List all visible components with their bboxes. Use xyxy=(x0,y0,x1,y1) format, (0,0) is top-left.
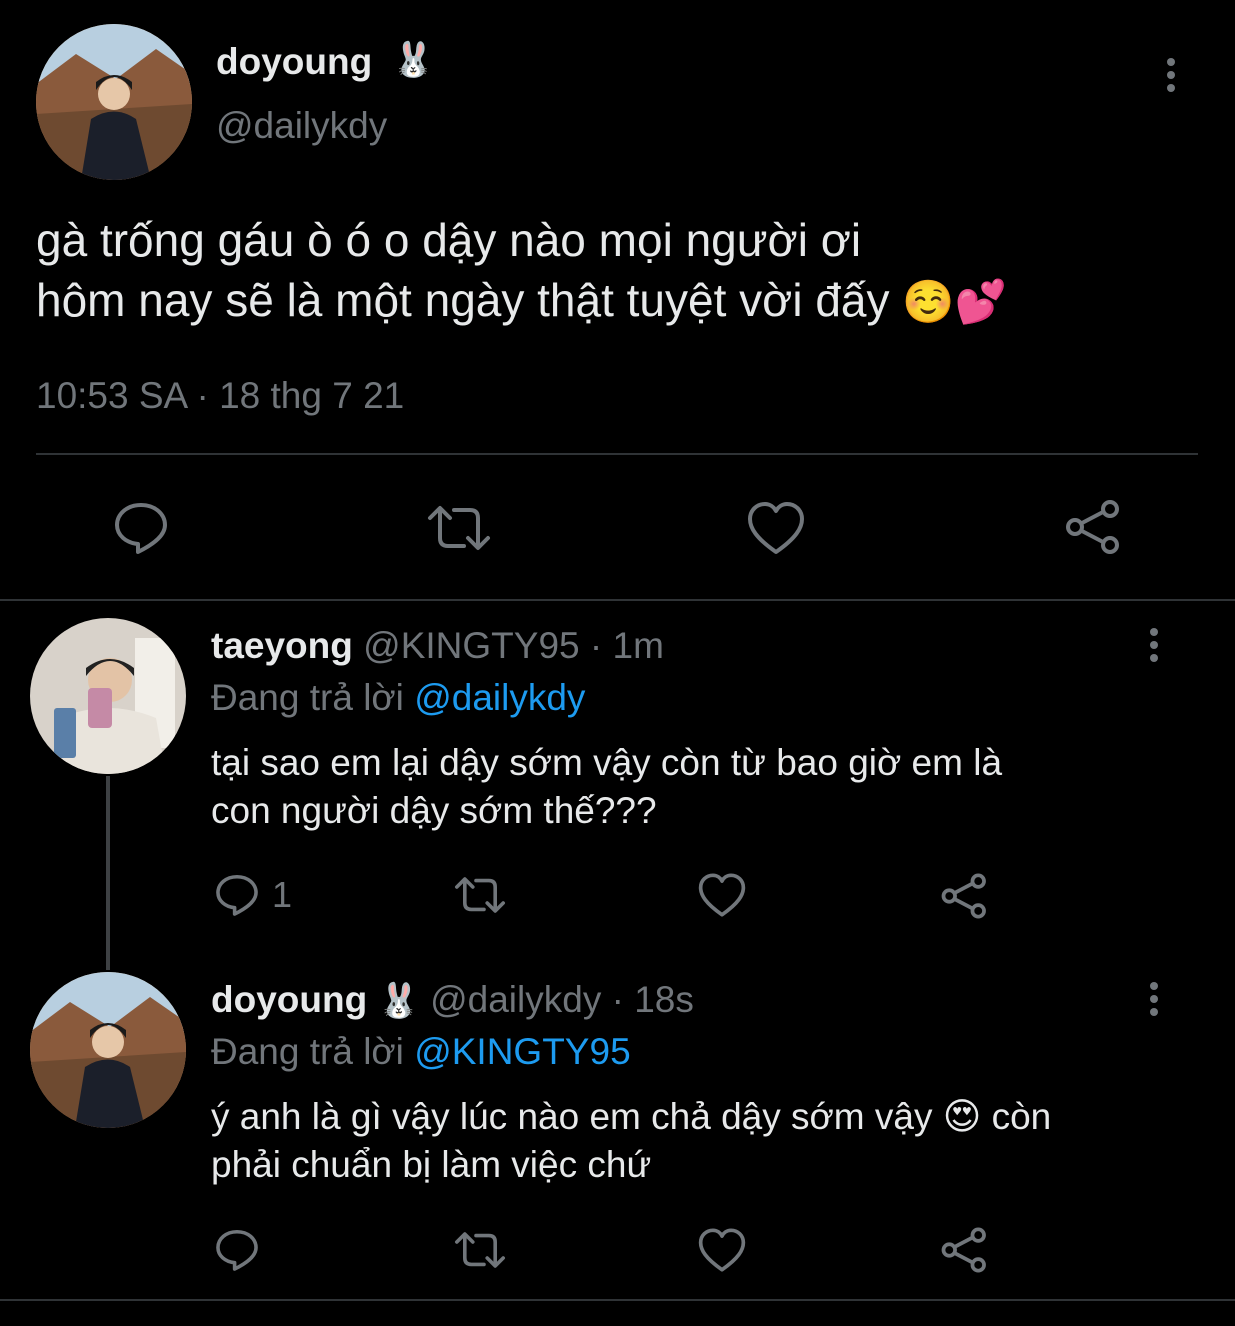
like-icon[interactable] xyxy=(697,872,747,918)
reply-text-line-2: phải chuẩn bị làm việc chứ xyxy=(211,1144,652,1185)
reply-text-line-1: tại sao em lại dậy sớm vậy còn từ bao gi… xyxy=(211,742,1003,783)
rabbit-emoji: 🐰 xyxy=(392,40,435,80)
reply-handle[interactable]: @KINGTY95 xyxy=(363,625,579,666)
display-name[interactable]: doyoung xyxy=(216,40,372,84)
handle[interactable]: @dailykdy xyxy=(216,104,387,148)
avatar-taeyong[interactable] xyxy=(30,618,186,774)
replying-to: Đang trả lời @dailykdy xyxy=(211,676,585,720)
more-options-icon[interactable] xyxy=(1143,626,1165,666)
reply-count: 1 xyxy=(272,874,293,915)
reply-text-line-1: ý anh là gì vậy lúc nào em chả dậy sớm v… xyxy=(211,1094,1051,1140)
reply-icon[interactable] xyxy=(214,872,260,918)
heart-eyes-emoji: 😍 xyxy=(942,1095,982,1138)
reply-age: · 18s xyxy=(611,979,694,1020)
more-options-icon[interactable] xyxy=(1160,56,1182,96)
replying-prefix: Đang trả lời xyxy=(211,677,404,718)
reply-header: taeyong @KINGTY95 · 1m xyxy=(211,624,664,668)
tweet-emojis: ☺️💕 xyxy=(902,277,1007,326)
avatar-doyoung[interactable] xyxy=(30,972,186,1128)
reply-handle[interactable]: @dailykdy xyxy=(430,979,601,1020)
replying-to-link[interactable]: @dailykdy xyxy=(414,677,585,718)
share-icon[interactable] xyxy=(1064,498,1124,556)
tweet-text-line-1: gà trống gáu ò ó o dậy nào mọi người ơi xyxy=(36,214,862,266)
replying-to: Đang trả lời @KINGTY95 xyxy=(211,1030,631,1074)
divider xyxy=(0,599,1235,601)
divider xyxy=(36,453,1198,455)
tweet-text-line-2: hôm nay sẽ là một ngày thật tuyệt vời đấ… xyxy=(36,272,1007,330)
like-icon[interactable] xyxy=(746,500,806,556)
timestamp[interactable]: 10:53 SA · 18 thg 7 21 xyxy=(36,374,404,418)
reply-header: doyoung 🐰 @dailykdy · 18s xyxy=(211,978,694,1023)
reply-display-name[interactable]: taeyong xyxy=(211,625,353,666)
reply-icon[interactable] xyxy=(112,500,170,556)
replying-prefix: Đang trả lời xyxy=(211,1031,404,1072)
tweet-text-line-2-text: hôm nay sẽ là một ngày thật tuyệt vời đấ… xyxy=(36,274,890,326)
replying-to-link[interactable]: @KINGTY95 xyxy=(414,1031,630,1072)
reply-age: · 1m xyxy=(589,625,664,666)
divider xyxy=(0,1299,1235,1301)
reply-display-name[interactable]: doyoung xyxy=(211,979,367,1020)
reply-text-line-1-end: còn xyxy=(991,1096,1052,1137)
reply-text-line-1-text: ý anh là gì vậy lúc nào em chả dậy sớm v… xyxy=(211,1096,933,1137)
retweet-icon[interactable] xyxy=(424,500,494,556)
share-icon[interactable] xyxy=(940,872,990,920)
retweet-icon[interactable] xyxy=(452,872,508,918)
avatar-doyoung[interactable] xyxy=(36,24,192,180)
reply-text-line-2: con người dậy sớm thế??? xyxy=(211,790,657,831)
rabbit-emoji: 🐰 xyxy=(377,981,420,1021)
like-icon[interactable] xyxy=(697,1227,747,1273)
thread-line xyxy=(106,776,110,970)
share-icon[interactable] xyxy=(940,1226,990,1274)
reply-icon[interactable] xyxy=(214,1227,260,1273)
more-options-icon[interactable] xyxy=(1143,980,1165,1020)
retweet-icon[interactable] xyxy=(452,1227,508,1273)
